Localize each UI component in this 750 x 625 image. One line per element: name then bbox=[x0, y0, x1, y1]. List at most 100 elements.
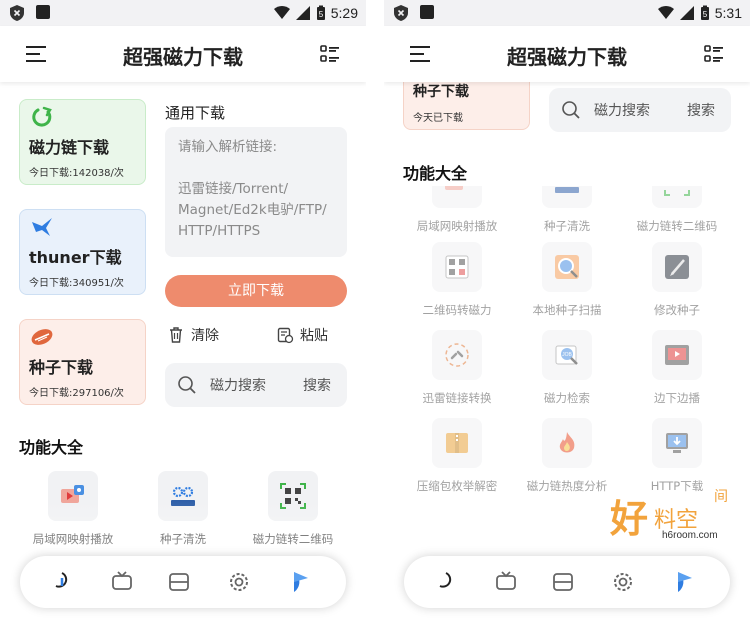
search-icon bbox=[562, 101, 580, 119]
card-count: 今日下载:340951/次 bbox=[29, 278, 124, 289]
functions-title: 功能大全 bbox=[403, 160, 473, 184]
link-input-placeholder: 请输入解析链接: bbox=[178, 139, 278, 155]
magnet-search-bar[interactable]: 磁力搜索 搜索 bbox=[549, 88, 731, 132]
files-icon bbox=[553, 573, 573, 591]
zip-folder-icon bbox=[446, 433, 468, 453]
tool-label: 迅雷链接转换 bbox=[422, 391, 492, 405]
edit-icon bbox=[665, 255, 689, 279]
nav-profile[interactable] bbox=[672, 570, 696, 594]
nav-profile[interactable] bbox=[288, 570, 312, 594]
magnet-search-bar[interactable]: 磁力搜索 搜索 bbox=[165, 363, 347, 407]
functions-title: 功能大全 bbox=[19, 434, 89, 458]
qrcode-icon bbox=[664, 190, 690, 196]
clear-button[interactable]: 清除 bbox=[167, 325, 219, 345]
magnet-icon bbox=[32, 106, 52, 127]
tool-magnet-retrieve[interactable]: JOB 磁力检索 bbox=[512, 330, 622, 406]
tool-label: 种子清洗 bbox=[160, 532, 206, 546]
gear-icon bbox=[614, 573, 632, 591]
play-icon bbox=[665, 345, 689, 365]
tool-label: 边下边播 bbox=[654, 391, 700, 405]
svg-text:5: 5 bbox=[703, 10, 708, 19]
watermark-small: 间 bbox=[714, 489, 728, 505]
app-bar: 超强磁力下载 bbox=[384, 26, 750, 82]
battery-icon: 5 bbox=[700, 5, 709, 20]
watermark-url: h6room.com bbox=[662, 530, 718, 541]
nav-home[interactable] bbox=[434, 570, 458, 594]
tool-seed-clean[interactable]: 种子清洗 bbox=[128, 471, 238, 547]
nav-settings[interactable] bbox=[227, 570, 251, 594]
watermark-logo: 好 料空 间 h6room.com bbox=[610, 488, 740, 548]
search-button[interactable]: 搜索 bbox=[687, 100, 715, 120]
tool-thunder-link-convert[interactable]: 迅雷链接转换 bbox=[402, 330, 512, 406]
signal-icon bbox=[679, 6, 694, 20]
tool-magnet-heat[interactable]: 磁力链热度分析 bbox=[512, 418, 622, 494]
left-phone-screen: 5 5:29 超强磁力下载 磁力链下载 今日下载:142038/次 thuner… bbox=[0, 0, 366, 625]
video-cast-icon bbox=[445, 186, 463, 190]
search-placeholder: 磁力搜索 bbox=[594, 103, 650, 119]
fire-icon bbox=[559, 432, 575, 453]
svg-text:5: 5 bbox=[319, 10, 324, 19]
tool-lan-cast[interactable]: 局域网映射播放 bbox=[18, 471, 128, 547]
gear-icon bbox=[230, 573, 248, 591]
link-input-area[interactable]: 请输入解析链接: 迅雷链接/Torrent/ Magnet/Ed2k电驴/FTP… bbox=[165, 127, 347, 257]
app-title: 超强磁力下载 bbox=[507, 45, 627, 69]
wifi-icon bbox=[273, 6, 290, 19]
shield-icon bbox=[394, 5, 408, 21]
nav-tv[interactable] bbox=[494, 570, 518, 594]
link-convert-icon bbox=[445, 343, 469, 367]
tool-edit-seed[interactable]: 修改种子 bbox=[622, 242, 732, 318]
list-view-icon[interactable] bbox=[704, 44, 724, 64]
status-time: 5:29 bbox=[330, 5, 358, 21]
tool-label: 磁力链转二维码 bbox=[252, 532, 334, 546]
card-title: 种子下载 bbox=[29, 358, 94, 377]
thunder-download-card[interactable]: thuner下载 今日下载:340951/次 bbox=[19, 209, 146, 295]
bottom-nav bbox=[20, 556, 346, 608]
paste-label: 粘贴 bbox=[300, 328, 328, 344]
card-count: 今日下载:297106/次 bbox=[29, 388, 124, 399]
files-icon bbox=[169, 573, 189, 591]
link-input-placeholder: 迅雷链接/Torrent/ bbox=[178, 181, 289, 197]
tool-http-download[interactable]: HTTP下载 bbox=[622, 418, 732, 494]
tool-label: 修改种子 bbox=[654, 303, 700, 317]
link-input-placeholder: HTTP/HTTPS bbox=[178, 223, 261, 239]
tool-label: 本地种子扫描 bbox=[532, 303, 602, 317]
tool-label: 局域网映射播放 bbox=[32, 532, 114, 546]
tool-stream-play[interactable]: 边下边播 bbox=[622, 330, 732, 406]
tool-label: 磁力链热度分析 bbox=[526, 479, 608, 493]
signal-icon bbox=[295, 6, 310, 20]
nav-tv[interactable] bbox=[110, 570, 134, 594]
qrcode-icon bbox=[280, 483, 306, 509]
clear-label: 清除 bbox=[191, 328, 219, 344]
tool-qr-to-magnet[interactable]: 二维码转磁力 bbox=[402, 242, 512, 318]
notification-icon bbox=[36, 5, 50, 19]
wifi-icon bbox=[657, 6, 674, 19]
app-bar: 超强磁力下载 bbox=[0, 26, 366, 82]
tool-zip-decrypt[interactable]: 压缩包枚举解密 bbox=[402, 418, 512, 494]
functions-title-text: 功能大全 bbox=[19, 438, 84, 457]
nav-home[interactable] bbox=[50, 570, 74, 594]
home-icon bbox=[55, 572, 68, 588]
home-icon bbox=[439, 572, 452, 588]
status-time: 5:31 bbox=[714, 5, 742, 21]
nav-settings[interactable] bbox=[611, 570, 635, 594]
paste-button[interactable]: 粘贴 bbox=[276, 325, 328, 345]
download-now-button[interactable]: 立即下载 bbox=[165, 275, 347, 307]
tool-label: 压缩包枚举解密 bbox=[416, 479, 498, 493]
list-view-icon[interactable] bbox=[320, 44, 340, 64]
torrent-download-card[interactable]: 种子下载 今日下载:297106/次 bbox=[19, 319, 146, 405]
tool-seed-clean[interactable]: 种子清洗 bbox=[512, 186, 622, 232]
card-title: 种子下载 bbox=[413, 84, 469, 100]
nav-files[interactable] bbox=[551, 570, 575, 594]
tool-magnet-to-qr[interactable]: 磁力链转二维码 bbox=[238, 471, 348, 547]
search-button[interactable]: 搜索 bbox=[303, 375, 331, 395]
tv-icon bbox=[496, 571, 516, 590]
nav-files[interactable] bbox=[167, 570, 191, 594]
qrcode-scan-icon bbox=[445, 255, 469, 279]
card-count: 今日下载:142038/次 bbox=[29, 168, 124, 179]
tool-local-seed-scan[interactable]: 本地种子扫描 bbox=[512, 242, 622, 318]
video-cast-icon bbox=[61, 485, 84, 503]
magnet-download-card[interactable]: 磁力链下载 今日下载:142038/次 bbox=[19, 99, 146, 185]
status-bar: 5 5:31 bbox=[384, 0, 750, 26]
tool-lan-cast[interactable]: 局域网映射播放 bbox=[402, 186, 512, 232]
tool-magnet-to-qr[interactable]: 磁力链转二维码 bbox=[622, 186, 732, 232]
